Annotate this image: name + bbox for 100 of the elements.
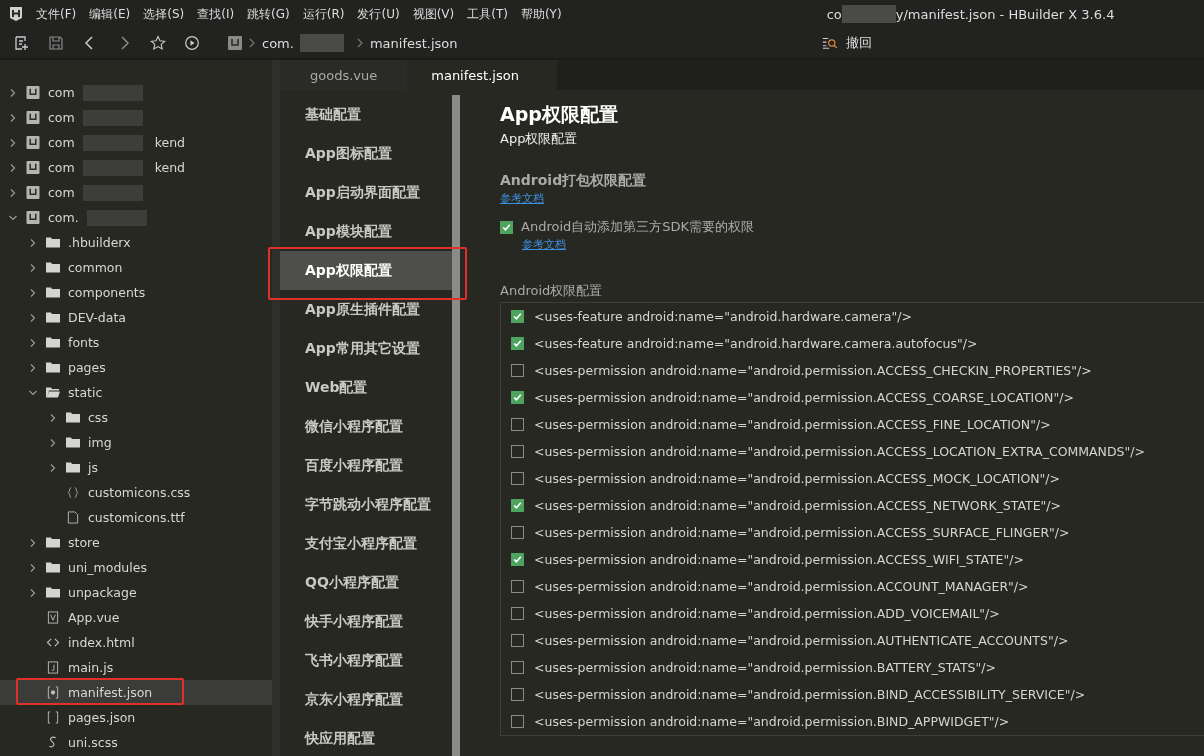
config-menu-item[interactable]: App权限配置 <box>280 251 452 290</box>
tree-item[interactable]: components <box>0 280 272 305</box>
doc-link[interactable]: 参考文档 <box>522 238 566 251</box>
config-menu-item[interactable]: 快应用配置 <box>280 719 452 756</box>
checkbox[interactable] <box>500 220 513 234</box>
menu-item[interactable]: 编辑(E) <box>89 5 131 23</box>
checkbox[interactable] <box>511 553 524 566</box>
config-menu-item[interactable]: Web配置 <box>280 368 452 407</box>
menu-item[interactable]: 发行(U) <box>357 5 400 23</box>
chevron-icon[interactable] <box>8 87 18 98</box>
config-menu-item[interactable]: App模块配置 <box>280 212 452 251</box>
menu-item[interactable]: 帮助(Y) <box>520 5 562 23</box>
tree-item[interactable]: static <box>0 380 272 405</box>
config-menu-item[interactable]: 京东小程序配置 <box>280 680 452 719</box>
config-menu-item[interactable]: App启动界面配置 <box>280 173 452 212</box>
menu-item[interactable]: 查找(I) <box>197 5 235 23</box>
run-icon[interactable] <box>184 35 200 51</box>
menu-item[interactable]: 选择(S) <box>143 5 185 23</box>
tree-item[interactable]: store <box>0 530 272 555</box>
chevron-icon[interactable] <box>28 337 38 348</box>
tree-item[interactable]: customicons.ttf <box>0 505 272 530</box>
chevron-icon[interactable] <box>8 137 18 148</box>
checkbox[interactable] <box>511 310 524 323</box>
tree-item[interactable]: uni_modules <box>0 555 272 580</box>
search-list-icon[interactable] <box>821 35 838 51</box>
config-menu-item[interactable]: QQ小程序配置 <box>280 563 452 602</box>
tree-item[interactable]: uni.scss <box>0 730 272 755</box>
menu-item[interactable]: 视图(V) <box>412 5 455 23</box>
tree-item[interactable]: index.html <box>0 630 272 655</box>
tree-item[interactable]: App.vue <box>0 605 272 630</box>
tree-item[interactable]: common <box>0 255 272 280</box>
checkbox[interactable] <box>511 472 524 485</box>
tree-item[interactable]: com <box>0 80 272 105</box>
star-icon[interactable] <box>150 35 166 51</box>
checkbox[interactable] <box>511 526 524 539</box>
checkbox[interactable] <box>511 607 524 620</box>
tree-item[interactable]: main.js <box>0 655 272 680</box>
tree-item[interactable]: unpackage <box>0 580 272 605</box>
chevron-icon[interactable] <box>28 262 38 273</box>
tree-item[interactable]: com kend <box>0 130 272 155</box>
checkbox[interactable] <box>511 418 524 431</box>
menu-item[interactable]: 文件(F) <box>36 5 77 23</box>
config-menu-item[interactable]: 字节跳动小程序配置 <box>280 485 452 524</box>
chevron-icon[interactable] <box>48 412 58 423</box>
doc-link[interactable]: 参考文档 <box>500 192 544 205</box>
chevron-icon[interactable] <box>28 237 38 248</box>
tree-item[interactable]: com. <box>0 205 272 230</box>
scrollbar[interactable] <box>452 95 460 756</box>
new-file-icon[interactable] <box>14 35 30 51</box>
tree-item[interactable]: pages.json <box>0 705 272 730</box>
chevron-icon[interactable] <box>28 587 38 598</box>
checkbox[interactable] <box>511 715 524 728</box>
checkbox[interactable] <box>511 499 524 512</box>
tree-item[interactable]: fonts <box>0 330 272 355</box>
checkbox[interactable] <box>511 580 524 593</box>
config-menu-item[interactable]: 基础配置 <box>280 95 452 134</box>
tree-item[interactable]: com kend <box>0 155 272 180</box>
checkbox[interactable] <box>511 661 524 674</box>
chevron-icon[interactable] <box>28 287 38 298</box>
config-menu-item[interactable]: 快手小程序配置 <box>280 602 452 641</box>
chevron-icon[interactable] <box>28 312 38 323</box>
config-menu-item[interactable]: 支付宝小程序配置 <box>280 524 452 563</box>
chevron-icon[interactable] <box>8 112 18 123</box>
tree-item[interactable]: manifest.json <box>0 680 272 705</box>
tree-item[interactable]: pages <box>0 355 272 380</box>
tree-item[interactable]: css <box>0 405 272 430</box>
menu-item[interactable]: 运行(R) <box>302 5 345 23</box>
menu-item[interactable]: 跳转(G) <box>247 5 290 23</box>
breadcrumb-item[interactable]: com. <box>262 35 294 51</box>
save-icon[interactable] <box>48 35 64 51</box>
checkbox[interactable] <box>511 364 524 377</box>
tree-item[interactable]: com <box>0 105 272 130</box>
tree-item[interactable]: .hbuilderx <box>0 230 272 255</box>
config-menu-item[interactable]: App原生插件配置 <box>280 290 452 329</box>
tree-item[interactable]: img <box>0 430 272 455</box>
checkbox[interactable] <box>511 445 524 458</box>
config-menu-item[interactable]: 飞书小程序配置 <box>280 641 452 680</box>
editor-tab[interactable]: manifest.json <box>407 60 557 90</box>
checkbox[interactable] <box>511 391 524 404</box>
tree-item[interactable]: js <box>0 455 272 480</box>
tree-item[interactable]: com <box>0 180 272 205</box>
breadcrumb-item[interactable]: manifest.json <box>369 35 458 51</box>
chevron-icon[interactable] <box>28 537 38 548</box>
config-menu-item[interactable]: 微信小程序配置 <box>280 407 452 446</box>
config-menu-item[interactable]: App图标配置 <box>280 134 452 173</box>
tree-item[interactable]: customicons.css <box>0 480 272 505</box>
config-menu-item[interactable]: App常用其它设置 <box>280 329 452 368</box>
checkbox[interactable] <box>511 337 524 350</box>
checkbox[interactable] <box>511 688 524 701</box>
chevron-icon[interactable] <box>28 562 38 573</box>
tree-item[interactable]: DEV-data <box>0 305 272 330</box>
chevron-icon[interactable] <box>48 437 58 448</box>
chevron-icon[interactable] <box>48 462 58 473</box>
chevron-icon[interactable] <box>8 162 18 173</box>
editor-tab[interactable]: goods.vue <box>280 60 408 90</box>
config-menu-item[interactable]: 百度小程序配置 <box>280 446 452 485</box>
chevron-icon[interactable] <box>8 187 18 198</box>
checkbox[interactable] <box>511 634 524 647</box>
menu-item[interactable]: 工具(T) <box>467 5 508 23</box>
chevron-icon[interactable] <box>28 362 38 373</box>
